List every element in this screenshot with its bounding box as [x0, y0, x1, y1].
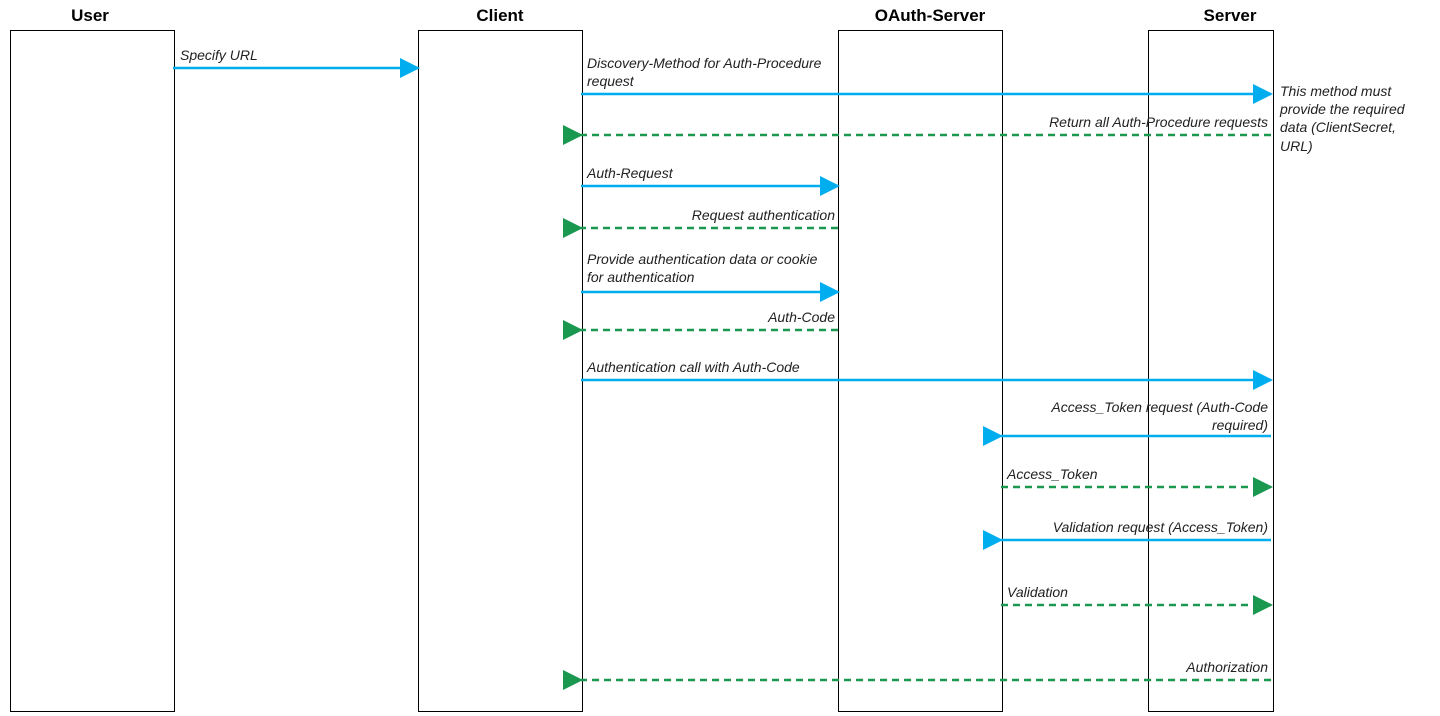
label-access-token-req: Access_Token request (Auth-Code required… [1010, 399, 1268, 434]
label-specify-url: Specify URL [180, 47, 258, 65]
participant-oauth: OAuth-Server [850, 6, 1010, 26]
label-authorization: Authorization [1175, 659, 1268, 677]
lifeline-server [1148, 30, 1274, 712]
participant-client: Client [450, 6, 550, 26]
label-validation-req: Validation request (Access_Token) [1033, 519, 1268, 537]
label-discovery: Discovery-Method for Auth-Procedure requ… [587, 55, 847, 90]
label-provide-auth: Provide authentication data or cookie fo… [587, 251, 837, 286]
participant-user: User [40, 6, 140, 26]
label-auth-code: Auth-Code [735, 309, 835, 327]
lifeline-user [10, 30, 175, 712]
participant-server: Server [1180, 6, 1280, 26]
label-auth-request: Auth-Request [587, 165, 673, 183]
label-access-token: Access_Token [1007, 466, 1098, 484]
lifeline-client [418, 30, 583, 712]
lifeline-oauth [838, 30, 1003, 712]
label-validation: Validation [1007, 584, 1068, 602]
note-method-required-data: This method must provide the required da… [1280, 82, 1430, 155]
label-request-auth: Request authentication [635, 207, 835, 225]
label-return-auth-proc: Return all Auth-Procedure requests [1043, 114, 1268, 132]
label-auth-call: Authentication call with Auth-Code [587, 359, 800, 377]
